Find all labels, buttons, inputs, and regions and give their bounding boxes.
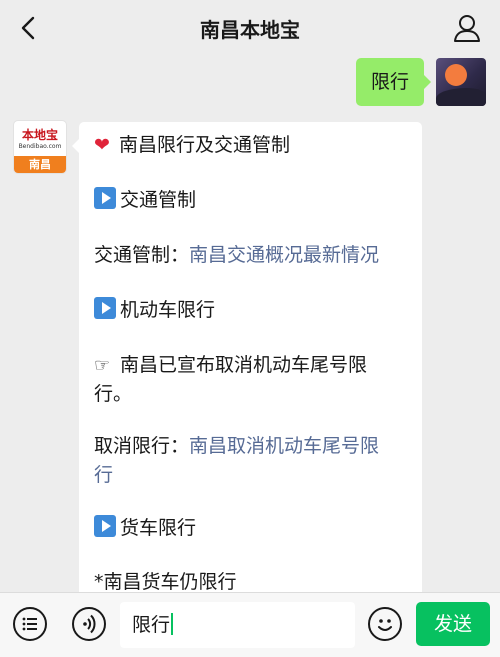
chat-area[interactable]: 限行 本地宝 Bendibao.com 南昌 ❤ 南昌限行及交通管制 交通管制 交…: [0, 56, 500, 592]
section-truck-label: 货车限行: [120, 517, 197, 539]
bot-avatar-brand: 本地宝: [21, 128, 58, 142]
input-toolbar: 限行 发送: [0, 592, 500, 657]
avatar-moon-shape: [445, 64, 467, 86]
avatar-hill-shape: [436, 88, 486, 106]
section-vehicle-label: 机动车限行: [120, 299, 216, 321]
chat-title: 南昌本地宝: [200, 18, 300, 42]
cancel-link-continued[interactable]: 行: [94, 464, 113, 486]
traffic-prefix: 交通管制：: [94, 244, 190, 266]
section-traffic-control: 交通管制: [94, 186, 410, 215]
notice-line: ☞ 南昌已宣布取消机动车尾号限: [94, 351, 410, 380]
message-title-line: ❤ 南昌限行及交通管制: [94, 131, 410, 160]
truck-line: *南昌货车仍限行: [94, 568, 410, 592]
pointing-hand-icon: ☞: [94, 355, 111, 376]
heart-icon: ❤: [94, 134, 110, 156]
cancel-prefix: 取消限行：: [94, 435, 190, 457]
cancel-link-line-2: 行: [94, 461, 410, 490]
text-caret: [171, 613, 174, 635]
my-avatar[interactable]: [436, 58, 486, 106]
bot-avatar[interactable]: 本地宝 Bendibao.com 南昌: [14, 121, 66, 173]
message-input[interactable]: 限行: [120, 602, 355, 648]
play-icon: [94, 187, 116, 209]
emoji-icon: [378, 619, 392, 631]
menu-list-button[interactable]: [13, 607, 47, 641]
message-title: 南昌限行及交通管制: [119, 134, 291, 156]
message-input-value: 限行: [132, 614, 171, 636]
notice-text-2: 行。: [94, 383, 133, 405]
traffic-link[interactable]: 南昌交通概况最新情况: [189, 244, 379, 266]
my-message-row: 限行: [355, 58, 486, 108]
truck-text: *南昌货车仍限行: [94, 571, 237, 592]
traffic-link-line: 交通管制：南昌交通概况最新情况: [94, 241, 410, 270]
notice-line-2: 行。: [94, 380, 410, 409]
cancel-link-line: 取消限行：南昌取消机动车尾号限: [94, 432, 410, 461]
chat-header: 南昌本地宝: [0, 0, 500, 56]
notice-text-1: 南昌已宣布取消机动车尾号限: [120, 354, 368, 376]
bot-avatar-domain: Bendibao.com: [18, 143, 62, 150]
menu-list-icon: [22, 617, 37, 631]
voice-icon: [83, 614, 96, 634]
voice-button[interactable]: [72, 607, 106, 641]
emoji-button[interactable]: [368, 607, 402, 641]
play-icon: [94, 515, 116, 537]
section-truck-restriction: 货车限行: [94, 514, 410, 543]
section-traffic-label: 交通管制: [120, 189, 197, 211]
bot-avatar-city: 南昌: [14, 156, 66, 173]
person-icon[interactable]: [452, 12, 482, 44]
send-button[interactable]: 发送: [416, 602, 490, 646]
cancel-link[interactable]: 南昌取消机动车尾号限: [189, 435, 379, 457]
play-icon: [94, 297, 116, 319]
my-message-bubble[interactable]: 限行: [355, 58, 432, 106]
bot-message-bubble: ❤ 南昌限行及交通管制 交通管制 交通管制：南昌交通概况最新情况 机动车限行 ☞ 南…: [72, 122, 422, 592]
section-vehicle-restriction: 机动车限行: [94, 296, 410, 325]
